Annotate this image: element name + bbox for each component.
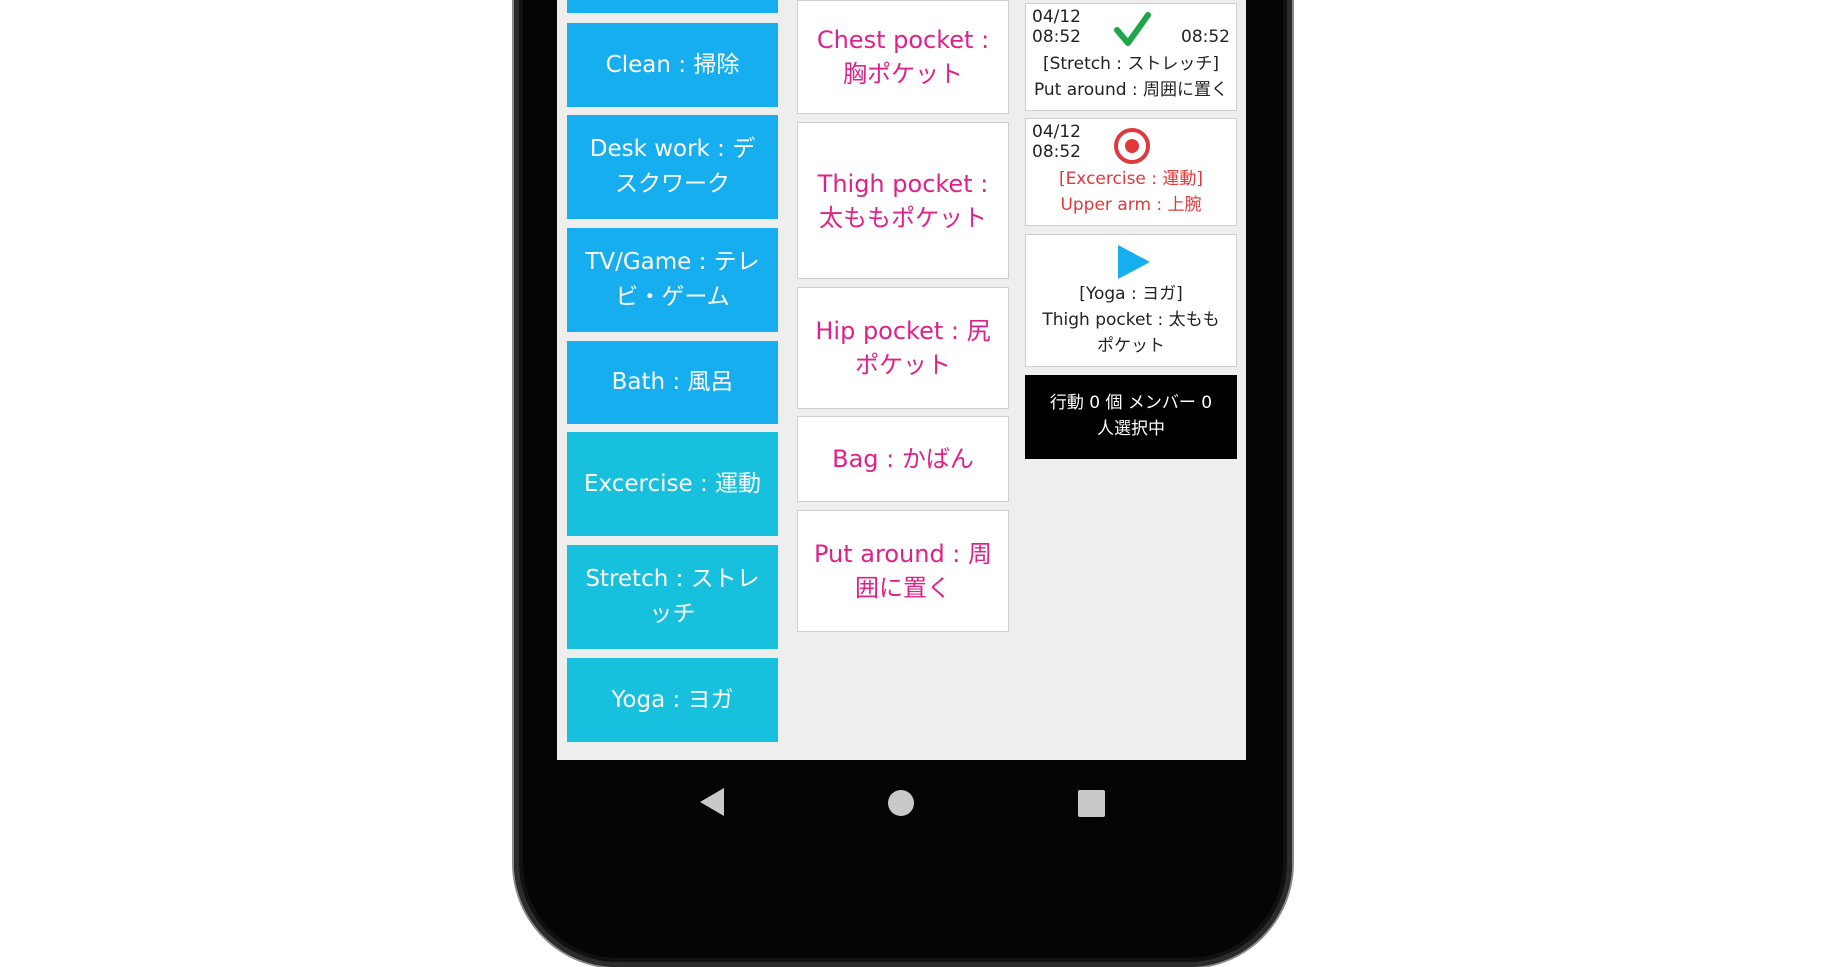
- record-start: 04/12 08:52: [1032, 7, 1081, 47]
- placement-label: Chest pocket : 胸ポケット: [816, 26, 990, 88]
- home-icon[interactable]: [888, 790, 914, 816]
- activity-label: Clean : 掃除: [605, 51, 740, 78]
- activity-label: Yoga : ヨガ: [611, 686, 734, 713]
- placement-button-chest-pocket[interactable]: Chest pocket : 胸ポケット: [797, 0, 1009, 114]
- record-activity: [Yoga : ヨガ]: [1079, 284, 1183, 304]
- activity-label: Excercise : 運動: [583, 470, 762, 497]
- record-place: Upper arm : 上腕: [1060, 195, 1202, 215]
- placement-label: Put around : 周囲に置く: [813, 540, 993, 602]
- record-activity: [Excercise : 運動]: [1058, 169, 1204, 189]
- placement-button-bag[interactable]: Bag : かばん: [797, 416, 1009, 502]
- activity-label: Stretch : ストレッチ: [585, 566, 760, 627]
- recent-apps-icon[interactable]: [1078, 790, 1105, 817]
- record-place: Thigh pocket : 太ももポケット: [1042, 310, 1220, 356]
- placement-button-thigh-pocket[interactable]: Thigh pocket : 太ももポケット: [797, 122, 1009, 279]
- placement-button-hip-pocket[interactable]: Hip pocket : 尻ポケット: [797, 287, 1009, 409]
- play-icon: [1118, 245, 1150, 279]
- record-start-time: 08:52: [1032, 27, 1081, 47]
- android-nav-bar: [557, 760, 1246, 840]
- activity-button-exercise[interactable]: Excercise : 運動: [567, 432, 778, 536]
- back-icon[interactable]: [700, 788, 724, 816]
- placement-label: Hip pocket : 尻ポケット: [815, 317, 991, 379]
- activity-button[interactable]: [567, 0, 778, 13]
- activity-label: TV/Game : テレビ・ゲーム: [585, 249, 760, 310]
- activity-button-tv-game[interactable]: TV/Game : テレビ・ゲーム: [567, 228, 778, 332]
- selection-status-text: 行動 0 個 メンバー 0 人選択中: [1049, 393, 1213, 439]
- record-place: Put around : 周囲に置く: [1033, 80, 1229, 100]
- activity-button-bath[interactable]: Bath : 風呂: [567, 341, 778, 424]
- activity-button-clean[interactable]: Clean : 掃除: [567, 23, 778, 107]
- activity-label: Bath : 風呂: [611, 369, 734, 395]
- record-date: 04/12: [1032, 122, 1081, 142]
- activity-button-yoga[interactable]: Yoga : ヨガ: [567, 658, 778, 742]
- record-end-time: 08:52: [1181, 27, 1230, 47]
- placement-label: Bag : かばん: [832, 445, 974, 473]
- placement-button-put-around[interactable]: Put around : 周囲に置く: [797, 510, 1009, 632]
- record-card-recording[interactable]: 04/12 08:52 [Excercise : 運動] Upper arm :…: [1025, 118, 1237, 226]
- app-screen: Clean : 掃除 Desk work : デスクワーク TV/Game : …: [557, 0, 1246, 760]
- placement-label: Thigh pocket : 太ももポケット: [817, 169, 989, 232]
- activity-label: Desk work : デスクワーク: [589, 136, 756, 197]
- record-icon: [1114, 128, 1150, 164]
- record-activity: [Stretch : ストレッチ]: [1042, 54, 1220, 74]
- activity-button-stretch[interactable]: Stretch : ストレッチ: [567, 545, 778, 649]
- record-start: 04/12 08:52: [1032, 122, 1081, 162]
- activity-button-desk-work[interactable]: Desk work : デスクワーク: [567, 115, 778, 219]
- record-card-completed[interactable]: 04/12 08:52 08:52 [Stretch : ストレッチ] Put …: [1025, 3, 1237, 111]
- record-card-queued[interactable]: [Yoga : ヨガ] Thigh pocket : 太ももポケット: [1025, 234, 1237, 367]
- selection-status: 行動 0 個 メンバー 0 人選択中: [1025, 375, 1237, 459]
- record-date: 04/12: [1032, 7, 1081, 27]
- checkmark-icon: [1114, 12, 1151, 46]
- record-start-time: 08:52: [1032, 142, 1081, 162]
